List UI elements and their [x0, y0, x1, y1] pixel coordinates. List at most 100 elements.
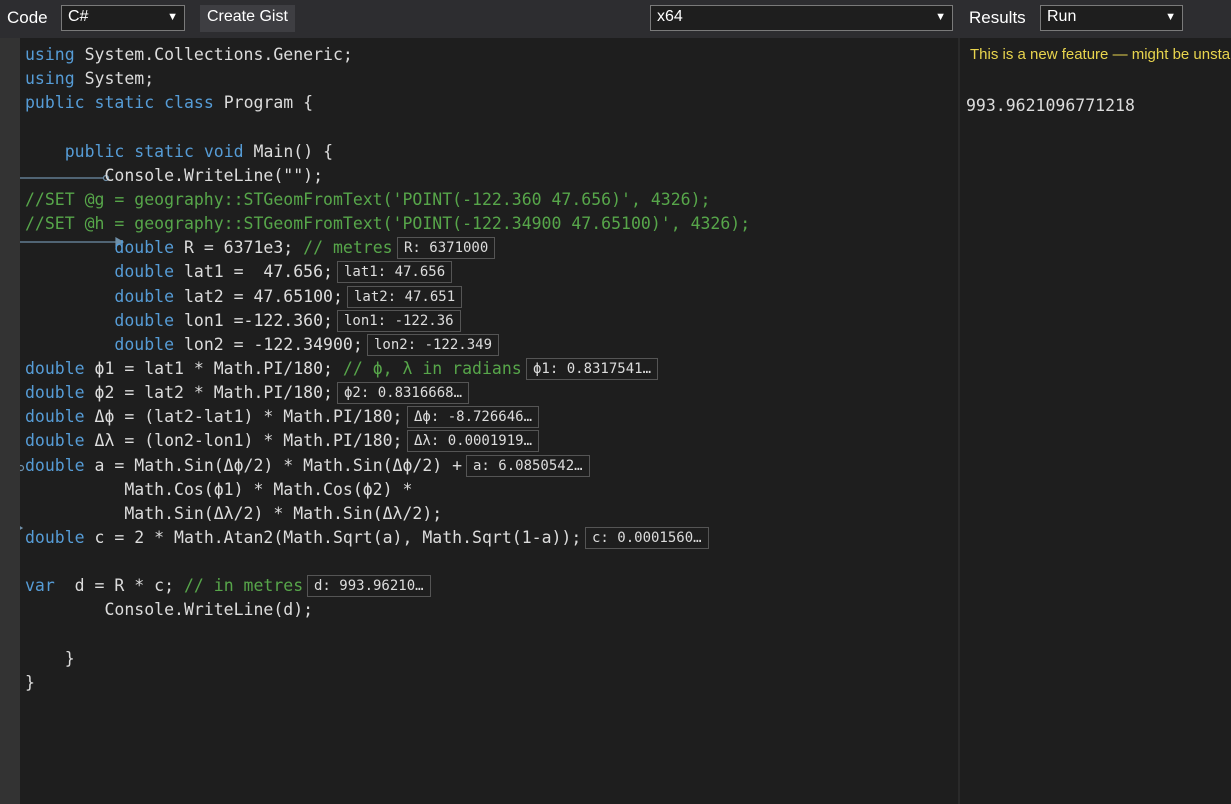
code-line: public static class Program { — [25, 91, 313, 115]
code-line: double lon1 =-122.360; — [25, 309, 333, 333]
code-text: R = 6371e3; — [174, 238, 304, 258]
value-inspection-badge: a: 6.0850542… — [466, 454, 590, 477]
code-text: lat1 = 47.656; — [174, 262, 333, 282]
code-line: double a = Math.Sin(Δϕ/2) * Math.Sin(Δϕ/… — [25, 454, 462, 478]
editor-gutter — [0, 38, 20, 804]
code-text: Main() { — [243, 141, 333, 161]
code-keyword: double — [25, 407, 85, 427]
code-keyword: double — [114, 262, 175, 282]
value-inspection-badge: lon1: -122.36 — [337, 309, 461, 332]
run-mode-value: Run — [1047, 8, 1077, 25]
code-keyword: static — [94, 93, 155, 113]
code-text: } — [25, 648, 75, 668]
code-line: double lon2 = -122.34900; — [25, 333, 363, 357]
code-text: a = Math.Sin(Δϕ/2) * Math.Sin(Δϕ/2) + — [84, 455, 463, 475]
code-line: //SET @h = geography::STGeomFromText('PO… — [25, 212, 750, 236]
code-line: double lat1 = 47.656; — [25, 260, 333, 284]
code-comment: // metres — [303, 238, 393, 258]
create-gist-button[interactable]: Create Gist — [200, 5, 295, 32]
code-text: Console.WriteLine(""); — [25, 165, 324, 185]
value-inspection-badge: R: 6371000 — [397, 237, 496, 260]
value-inspection-badge: Δϕ: -8.726646… — [407, 406, 540, 429]
code-line: var d = R * c; // in metres — [25, 574, 303, 598]
value-inspection-badge: d: 993.96210… — [307, 575, 431, 598]
results-panel: This is a new feature — might be unstabl… — [960, 38, 1231, 804]
value-inspection-badge: lat2: 47.651 — [347, 285, 463, 308]
code-keyword: public — [64, 141, 125, 161]
platform-select[interactable]: x64 ▼ — [650, 5, 953, 31]
value-inspection-badge: ϕ1: 0.8317541… — [526, 357, 659, 380]
toolbar: Code C# ▼ Create Gist x64 ▼ Results Run … — [0, 0, 1231, 38]
code-keyword: double — [114, 286, 175, 306]
code-keyword: static — [134, 141, 194, 161]
code-keyword: public — [25, 93, 85, 113]
code-text: lat2 = 47.65100; — [174, 286, 343, 306]
code-text: Δλ = (lon2-lon1) * Math.PI/180; — [84, 431, 403, 451]
code-line: double lat2 = 47.65100; — [25, 285, 343, 309]
code-text: d = R * c; — [54, 576, 184, 596]
language-select[interactable]: C# ▼ — [61, 5, 185, 31]
code-comment: // ϕ, λ in radians — [342, 358, 522, 378]
flow-arrow-icon — [20, 464, 25, 530]
code-comment: //SET @h = geography::STGeomFromText('PO… — [25, 214, 751, 234]
code-text: Δϕ = (lat2-lat1) * Math.PI/180; — [84, 407, 403, 427]
code-editor[interactable]: using System.Collections.Generic; using S… — [20, 38, 959, 804]
beta-notice: This is a new feature — might be unstabl… — [970, 46, 1231, 63]
code-text: ϕ1 = lat1 * Math.PI/180; — [84, 358, 343, 378]
chevron-down-icon: ▼ — [167, 11, 178, 23]
code-line: } — [25, 647, 75, 671]
code-line: Math.Sin(Δλ/2) * Math.Sin(Δλ/2); — [25, 502, 442, 526]
code-keyword: double — [25, 358, 85, 378]
code-keyword: void — [203, 141, 244, 161]
code-keyword: double — [25, 431, 85, 451]
code-keyword: class — [164, 93, 214, 113]
value-inspection-badge: lat1: 47.656 — [337, 261, 453, 284]
code-keyword: var — [25, 576, 55, 596]
code-line: double ϕ2 = lat2 * Math.PI/180; — [25, 381, 333, 405]
chevron-down-icon: ▼ — [935, 11, 946, 23]
value-inspection-badge: c: 0.0001560… — [585, 527, 709, 549]
code-line: public static void Main() { — [25, 140, 333, 164]
code-text: System; — [74, 69, 155, 89]
chevron-down-icon: ▼ — [1165, 11, 1176, 23]
code-keyword: double — [25, 528, 85, 547]
run-mode-select[interactable]: Run ▼ — [1040, 5, 1183, 31]
value-inspection-badge: lon2: -122.349 — [367, 333, 500, 356]
code-line: double Δλ = (lon2-lon1) * Math.PI/180; — [25, 429, 403, 453]
code-text: } — [25, 672, 35, 692]
code-line: Console.WriteLine(""); — [25, 164, 323, 188]
code-keyword: double — [114, 238, 175, 258]
code-comment: // in metres — [183, 576, 304, 596]
console-output: 993.9621096771218 — [966, 96, 1135, 115]
code-line: Math.Cos(ϕ1) * Math.Cos(ϕ2) * — [25, 478, 412, 502]
code-text: c = 2 * Math.Atan2(Math.Sqrt(a), Math.Sq… — [84, 528, 582, 547]
code-text: Program { — [213, 93, 314, 113]
code-keyword: double — [114, 310, 175, 330]
code-text: System.Collections.Generic; — [74, 45, 353, 64]
results-label: Results — [969, 8, 1026, 27]
code-keyword: double — [114, 334, 175, 354]
platform-value: x64 — [657, 8, 683, 25]
code-line: double Δϕ = (lat2-lat1) * Math.PI/180; — [25, 405, 403, 429]
code-keyword: double — [25, 383, 85, 403]
code-line: using System.Collections.Generic; — [25, 43, 353, 67]
code-line: Console.WriteLine(d); — [25, 598, 313, 622]
code-text: Math.Cos(ϕ1) * Math.Cos(ϕ2) * — [25, 479, 413, 499]
code-keyword: using — [25, 45, 75, 64]
code-line: double c = 2 * Math.Atan2(Math.Sqrt(a), … — [25, 526, 581, 550]
code-text: lon2 = -122.34900; — [174, 334, 363, 354]
language-value: C# — [68, 8, 89, 25]
value-inspection-badge: Δλ: 0.0001919… — [407, 430, 540, 453]
code-text: lon1 =-122.360; — [174, 310, 333, 330]
code-text: ϕ2 = lat2 * Math.PI/180; — [84, 383, 333, 403]
code-line: //SET @g = geography::STGeomFromText('PO… — [25, 188, 710, 212]
code-line: double R = 6371e3; // metres — [25, 236, 393, 260]
code-keyword: double — [25, 455, 85, 475]
